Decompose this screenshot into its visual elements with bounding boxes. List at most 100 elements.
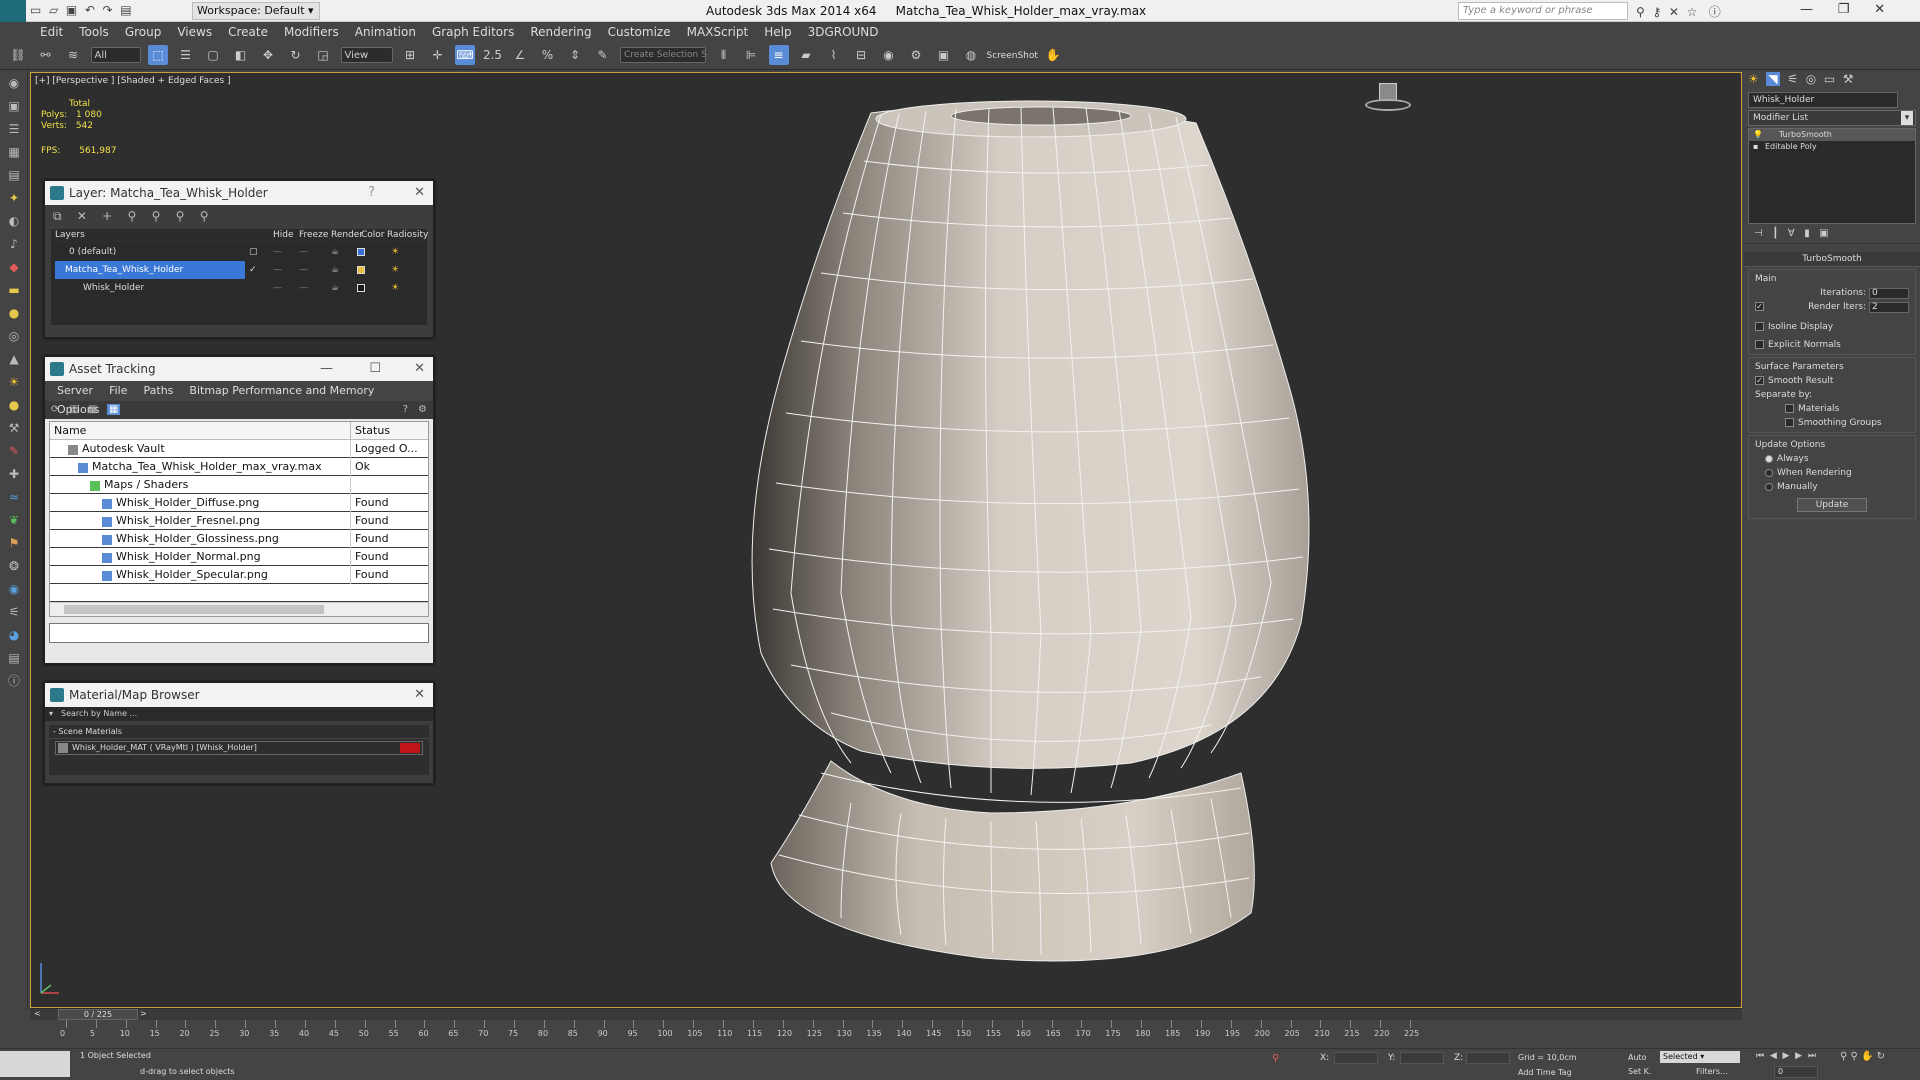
coord-z-field[interactable] — [1466, 1052, 1510, 1064]
named-selection-set[interactable]: Create Selection S — [620, 47, 707, 63]
manually-radio[interactable] — [1765, 482, 1773, 491]
redo-icon[interactable]: ↷ — [103, 3, 113, 17]
col-radiosity[interactable]: Radiosity — [387, 230, 428, 240]
new-layer-icon[interactable]: ⧉ — [53, 209, 62, 223]
next-frame-icon[interactable]: ▶ — [1795, 1051, 1802, 1061]
list-view-icon[interactable]: ▤ — [69, 404, 78, 415]
add-to-layer-icon[interactable]: + — [102, 209, 112, 223]
sound-icon[interactable]: ♪ — [3, 234, 25, 254]
radiosity-icon[interactable]: ☀ — [391, 279, 399, 297]
help-icon[interactable]: ⓘ — [1709, 5, 1721, 19]
viewcube-icon[interactable] — [1365, 83, 1411, 113]
key-filter-dropdown[interactable]: Selected ▾ — [1660, 1051, 1740, 1063]
new-file-icon[interactable]: ▭ — [30, 3, 41, 17]
mirror-icon[interactable]: ⫴ — [714, 45, 734, 65]
scale-icon[interactable]: ◲ — [313, 45, 333, 65]
col-hide[interactable]: Hide — [273, 230, 294, 240]
schematic-icon[interactable]: ⊟ — [851, 45, 871, 65]
table-icon[interactable]: ▦ — [3, 142, 25, 162]
hierarchy-icon[interactable]: ⚟ — [3, 602, 25, 622]
hand-icon[interactable]: ✋ — [1043, 45, 1063, 65]
coord-x-field[interactable] — [1334, 1052, 1378, 1064]
asset-path-field[interactable] — [49, 623, 429, 643]
col-color[interactable]: Color — [361, 230, 385, 240]
show-end-result-icon[interactable]: ┃ — [1772, 228, 1778, 239]
play-icon[interactable]: ▶ — [1783, 1051, 1790, 1061]
render-teapot-icon[interactable]: ☕ — [331, 279, 339, 297]
asset-menu-file[interactable]: File — [101, 381, 135, 400]
detail-view-icon[interactable]: ▦ — [88, 404, 97, 415]
current-frame-field[interactable]: 0 — [1774, 1066, 1818, 1078]
scene-materials-header[interactable]: - Scene Materials — [49, 725, 429, 739]
track-bar[interactable]: 0 5 10 15 20 25 30 35 40 45 50 55 60 65 70 75 80 85 90 95 10… — [30, 1020, 1742, 1046]
exchange-icon[interactable]: ✕ — [1669, 5, 1679, 19]
freeze-toggle[interactable]: — — [299, 261, 308, 279]
asset-row[interactable]: Whisk_Holder_Glossiness.png Found — [50, 530, 428, 548]
modifier-list-dropdown[interactable]: Modifier List ▾ — [1748, 110, 1916, 126]
asset-row[interactable]: Maps / Shaders — [50, 476, 428, 494]
asset-row[interactable]: Matcha_Tea_Whisk_Holder_max_vray.max Ok — [50, 458, 428, 476]
layer-name[interactable]: Matcha_Tea_Whisk_Holder — [55, 261, 245, 279]
material-item[interactable]: Whisk_Holder_MAT ( VRayMtl ) [Whisk_Hold… — [55, 741, 423, 755]
key-icon[interactable]: ⚷ — [1652, 5, 1661, 19]
info-icon[interactable]: ⓘ — [3, 671, 25, 691]
modify-tab-icon[interactable]: ◥ — [1766, 72, 1780, 86]
select-layer-icon[interactable]: ⚲ — [128, 209, 137, 223]
menu-tools[interactable]: Tools — [71, 22, 117, 42]
go-end-icon[interactable]: ⏭ — [1808, 1051, 1816, 1061]
materials-checkbox[interactable] — [1785, 404, 1794, 413]
move-icon[interactable]: ✥ — [258, 45, 278, 65]
hide-toggle[interactable]: — — [273, 261, 282, 279]
leaf-icon[interactable]: ❦ — [3, 510, 25, 530]
restore-icon[interactable]: ❐ — [1838, 2, 1850, 17]
selection-filter[interactable]: All — [90, 47, 141, 63]
search-box[interactable]: Type a keyword or phrase — [1458, 2, 1628, 20]
grid-icon[interactable]: ▤ — [3, 165, 25, 185]
hide-toggle[interactable]: — — [273, 243, 282, 261]
layer-dialog-titlebar[interactable]: Layer: Matcha_Tea_Whisk_Holder ? ✕ — [45, 181, 433, 205]
select-object-icon[interactable]: ⬚ — [148, 45, 168, 65]
layer-name[interactable]: Whisk_Holder — [55, 279, 245, 297]
minimize-icon[interactable]: — — [320, 357, 333, 381]
edit-named-sel-icon[interactable]: ✎ — [593, 45, 613, 65]
bulb-icon[interactable]: ● — [3, 395, 25, 415]
open-file-icon[interactable]: ▱ — [49, 3, 58, 17]
light-icon[interactable]: ✦ — [3, 188, 25, 208]
select-by-name-icon[interactable]: ☰ — [176, 45, 196, 65]
smoothing-groups-checkbox[interactable] — [1785, 418, 1794, 427]
help-icon[interactable]: ? — [368, 181, 375, 205]
particle-icon[interactable]: ❂ — [3, 556, 25, 576]
pan-icon[interactable]: ✋ — [1861, 1051, 1873, 1062]
sun-icon[interactable]: ☀ — [3, 372, 25, 392]
close-icon[interactable]: ✕ — [414, 683, 425, 707]
orbit-icon[interactable]: ↻ — [1877, 1051, 1885, 1062]
render-iters-checkbox[interactable]: ✓ — [1755, 302, 1764, 311]
layer-row[interactable]: Whisk_Holder — — ☕ ☀ — [51, 279, 427, 297]
image-icon[interactable]: ▣ — [3, 96, 25, 116]
coord-y-field[interactable] — [1400, 1052, 1444, 1064]
material-search[interactable]: ▾ Search by Name ... — [45, 707, 433, 721]
helper-icon[interactable]: ✚ — [3, 464, 25, 484]
col-layers[interactable]: Layers — [55, 230, 85, 240]
rotate-icon[interactable]: ↻ — [286, 45, 306, 65]
render-iters-spinner[interactable]: 2 — [1869, 302, 1909, 313]
refresh-icon[interactable]: ⟳ — [51, 404, 59, 415]
key-filters-button[interactable]: Filters... — [1696, 1067, 1728, 1076]
layer-color-swatch[interactable] — [357, 266, 365, 274]
col-status[interactable]: Status — [350, 422, 390, 440]
freeze-toggle[interactable]: — — [299, 279, 308, 297]
box-icon[interactable]: ▬ — [3, 280, 25, 300]
make-unique-icon[interactable]: ∀ — [1788, 228, 1795, 239]
asset-menu-server[interactable]: Server — [49, 381, 101, 400]
screenshot-label[interactable]: ScreenShot — [987, 51, 1038, 61]
settings-icon[interactable]: ⚙ — [418, 404, 427, 415]
app-logo-icon[interactable] — [0, 0, 26, 22]
bulb-icon[interactable]: 💡 — [1753, 129, 1763, 141]
menu-animation[interactable]: Animation — [347, 22, 424, 42]
workspace-dropdown[interactable]: Workspace: Default ▾ — [192, 2, 320, 20]
script-icon[interactable]: ▤ — [3, 648, 25, 668]
col-freeze[interactable]: Freeze — [299, 230, 328, 240]
motion-tab-icon[interactable]: ◎ — [1806, 72, 1816, 86]
hide-toggle[interactable]: — — [273, 279, 282, 297]
time-slider-right-icon[interactable]: > — [140, 1009, 147, 1018]
